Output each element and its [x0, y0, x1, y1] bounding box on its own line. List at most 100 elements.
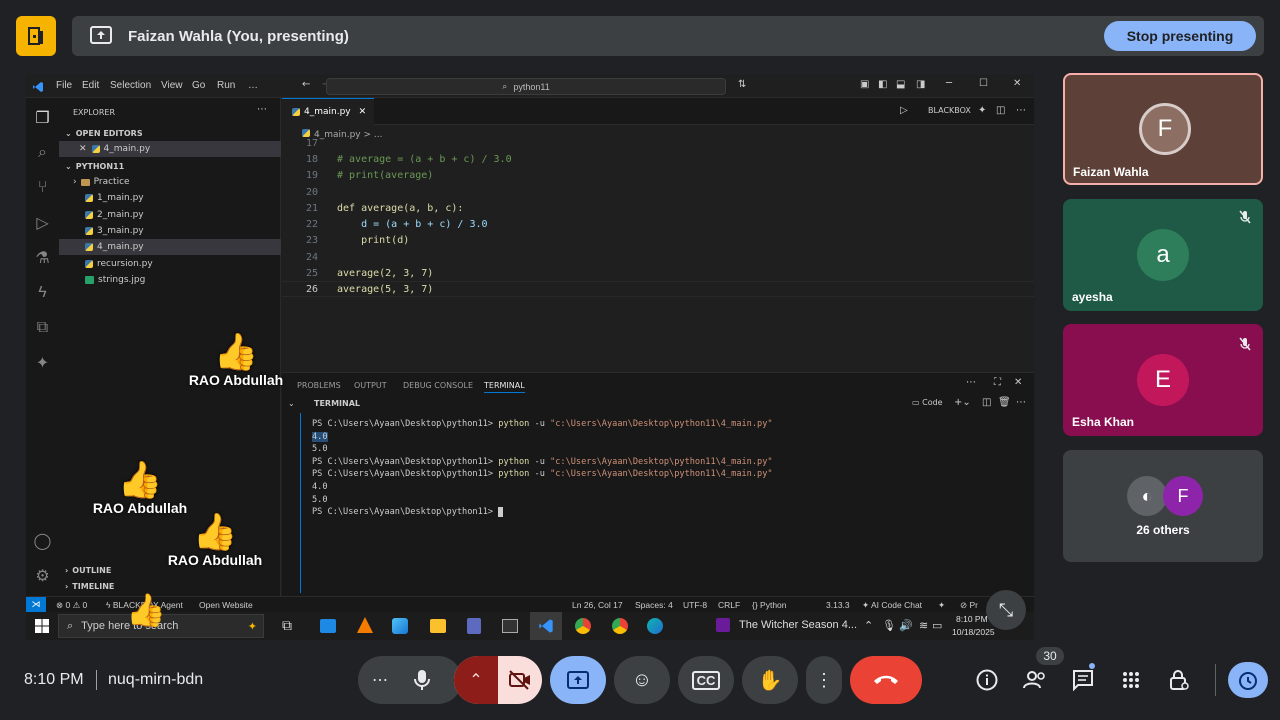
status-cursor-position[interactable]: Ln 26, Col 17: [572, 600, 623, 610]
back-arrow-icon[interactable]: ←: [302, 79, 310, 90]
timeline-section[interactable]: › TIMELINE: [59, 578, 281, 594]
taskbar-media-title[interactable]: The Witcher Season 4...: [739, 619, 857, 631]
menu-selection[interactable]: Selection: [110, 80, 151, 91]
editor-more-icon[interactable]: ⋯: [1016, 105, 1026, 116]
terminal-profile[interactable]: ▭ Code: [912, 398, 943, 407]
host-controls-icon[interactable]: [1164, 664, 1194, 696]
tree-item-recursion[interactable]: recursion.py: [59, 256, 281, 272]
vlc-icon[interactable]: [357, 617, 373, 633]
account-icon[interactable]: ◯: [26, 531, 59, 551]
menu-run[interactable]: Run: [217, 80, 235, 91]
volume-icon[interactable]: 🔊: [899, 619, 913, 632]
app-icon[interactable]: [392, 618, 408, 634]
collapse-screen-icon[interactable]: ⤡: [986, 590, 1026, 630]
testing-icon[interactable]: ⚗: [26, 248, 59, 268]
edge-icon[interactable]: [647, 618, 663, 634]
tree-item-1-main[interactable]: 1_main.py: [59, 190, 281, 206]
split-editor-icon[interactable]: ◫: [996, 105, 1005, 116]
terminal-output[interactable]: PS C:\Users\Ayaan\Desktop\python11> pyth…: [312, 418, 773, 519]
maximize-icon[interactable]: ☐: [979, 78, 988, 89]
open-editor-item[interactable]: ✕ 4_main.py: [59, 141, 281, 157]
toggle-panel-icon[interactable]: ⬓: [896, 79, 905, 90]
source-control-icon[interactable]: ⑂: [26, 178, 59, 198]
chevron-up-icon[interactable]: ⌃: [454, 656, 498, 704]
copilot-icon[interactable]: ⇅: [738, 79, 746, 90]
open-editors-section[interactable]: ⌄ OPEN EDITORS: [59, 125, 281, 141]
close-panel-icon[interactable]: ✕: [1014, 377, 1022, 388]
camera-off-icon[interactable]: [508, 670, 532, 695]
activities-icon[interactable]: [1116, 664, 1146, 696]
status-language[interactable]: {} Python: [752, 600, 787, 610]
tab-4-main[interactable]: 4_main.py ✕: [282, 98, 374, 125]
panel-tab-terminal[interactable]: TERMINAL: [484, 381, 525, 393]
battery-icon[interactable]: ▭: [932, 619, 942, 632]
tree-item-3-main[interactable]: 3_main.py: [59, 223, 281, 239]
close-window-icon[interactable]: ✕: [1013, 78, 1021, 89]
status-python-version[interactable]: 3.13.3: [826, 600, 850, 610]
minimize-icon[interactable]: ─: [946, 78, 952, 89]
chrome-icon[interactable]: [575, 618, 591, 634]
leave-call-button[interactable]: [850, 656, 922, 704]
more-options-button[interactable]: ⋮: [806, 656, 842, 704]
trash-icon[interactable]: 🗑: [998, 397, 1011, 408]
status-ai-icon[interactable]: ✦: [938, 600, 945, 611]
status-open-website[interactable]: Open Website: [199, 600, 253, 610]
taskbar-date[interactable]: 10/18/2025: [952, 627, 995, 637]
menu-go[interactable]: Go: [192, 80, 205, 91]
terminal-app-icon[interactable]: [502, 619, 518, 633]
close-icon[interactable]: ✕: [79, 144, 87, 154]
panel-tab-debug-console[interactable]: DEBUG CONSOLE: [403, 381, 473, 390]
participant-tile[interactable]: a ayesha: [1063, 199, 1263, 311]
present-button[interactable]: [550, 656, 606, 704]
toggle-sidebar-icon[interactable]: ◧: [878, 79, 887, 90]
raise-hand-button[interactable]: ✋: [742, 656, 798, 704]
meeting-code[interactable]: nuq-mirn-bdn: [108, 671, 203, 689]
run-debug-icon[interactable]: ▷: [26, 213, 59, 233]
explorer-more-icon[interactable]: ⋯: [257, 104, 267, 115]
file-explorer-icon[interactable]: [430, 619, 446, 633]
panel-tab-output[interactable]: OUTPUT: [354, 381, 387, 390]
status-eol[interactable]: CRLF: [718, 600, 740, 610]
run-icon[interactable]: ▷: [900, 105, 908, 116]
windows-start-icon[interactable]: [34, 618, 50, 634]
taskbar-time[interactable]: 8:10 PM: [956, 614, 988, 624]
participant-tile[interactable]: E Esha Khan: [1063, 324, 1263, 436]
tree-item-practice[interactable]: › Practice: [59, 174, 281, 190]
menu-file[interactable]: File: [56, 80, 72, 91]
microphone-icon[interactable]: [412, 668, 432, 697]
status-spaces[interactable]: Spaces: 4: [635, 600, 673, 610]
tree-item-strings-jpg[interactable]: strings.jpg: [59, 272, 281, 288]
people-icon[interactable]: [1020, 664, 1050, 696]
tree-item-4-main[interactable]: 4_main.py: [59, 239, 281, 255]
participant-tile[interactable]: F Faizan Wahla: [1063, 73, 1263, 185]
wifi-icon[interactable]: ≋: [919, 619, 928, 632]
chrome-profile-icon[interactable]: [612, 618, 628, 634]
tree-item-2-main[interactable]: 2_main.py: [59, 207, 281, 223]
captions-button[interactable]: CC: [678, 656, 734, 704]
split-terminal-icon[interactable]: ◫: [982, 397, 991, 408]
chevron-down-icon[interactable]: ⌄: [288, 399, 295, 408]
command-center-search[interactable]: ⌕ python11: [326, 78, 726, 95]
menu-edit[interactable]: Edit: [82, 80, 99, 91]
terminal-more-icon[interactable]: ⋯: [1016, 397, 1026, 408]
layout-icon[interactable]: ▣: [860, 79, 869, 90]
status-ai-chat[interactable]: ✦ AI Code Chat: [862, 600, 922, 611]
maximize-panel-icon[interactable]: ⛶: [994, 377, 1001, 388]
reactions-button[interactable]: ☺: [614, 656, 670, 704]
status-prettier[interactable]: ⊘ Pr: [960, 600, 978, 611]
extension-icon[interactable]: ϟ: [26, 283, 59, 303]
panel-more-icon[interactable]: ⋯: [966, 377, 976, 388]
store-icon[interactable]: [320, 619, 336, 633]
media-icon[interactable]: [716, 618, 730, 632]
sparkle-icon[interactable]: ✦: [978, 105, 986, 116]
microphone-tray-icon[interactable]: 🎙: [882, 619, 896, 632]
status-encoding[interactable]: UTF-8: [683, 600, 707, 610]
explorer-icon[interactable]: ❐: [26, 108, 59, 128]
code-view[interactable]: 17 18 # average = (a + b + c) / 3.0 19 # p…: [282, 138, 1034, 312]
project-section[interactable]: ⌄ PYTHON11: [59, 158, 281, 174]
settings-gear-icon[interactable]: ⚙: [26, 566, 59, 586]
remote-icon[interactable]: ⧉: [26, 318, 59, 338]
stop-presenting-button[interactable]: Stop presenting: [1104, 21, 1256, 51]
remote-indicator-icon[interactable]: ⋊: [26, 597, 46, 612]
others-tile[interactable]: ◐ F 26 others: [1063, 450, 1263, 562]
